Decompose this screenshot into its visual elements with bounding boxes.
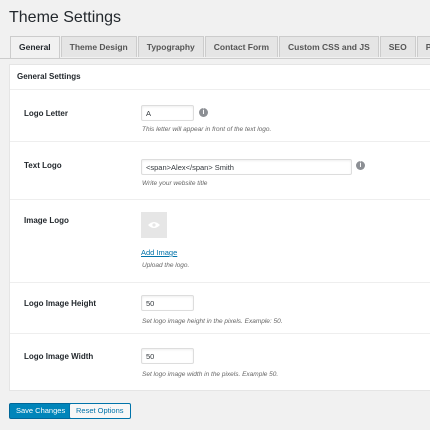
tabs-divider [0, 58, 430, 59]
image-logo-preview [141, 212, 167, 238]
panel-heading: General Settings [10, 65, 430, 90]
text-logo-info-icon[interactable]: i [356, 161, 365, 170]
image-logo-description: Upload the logo. [142, 262, 190, 269]
text-logo-row: Text Logo <span>Alex</span> Smith i Writ… [10, 142, 430, 200]
text-logo-description: Write your website title [142, 180, 208, 187]
tab-typography[interactable]: Typography [137, 36, 204, 57]
text-logo-label: Text Logo [24, 161, 62, 170]
logo-height-row: Logo Image Height 50 Set logo image heig… [10, 283, 430, 334]
add-image-link[interactable]: Add Image [141, 248, 177, 257]
save-changes-button[interactable]: Save Changes [9, 403, 73, 419]
settings-tabs: General Theme Design Typography Contact For… [10, 36, 430, 58]
logo-width-input[interactable]: 50 [141, 348, 194, 364]
text-logo-input[interactable]: <span>Alex</span> Smith [141, 159, 352, 175]
tab-general[interactable]: General [10, 36, 60, 58]
tab-portfolio[interactable]: Portfolio [416, 36, 430, 57]
logo-width-row: Logo Image Width 50 Set logo image width… [10, 334, 430, 391]
page-title: Theme Settings [9, 9, 122, 26]
logo-height-input[interactable]: 50 [141, 295, 194, 311]
tab-custom-css-js[interactable]: Custom CSS and JS [279, 36, 379, 57]
logo-width-label: Logo Image Width [24, 352, 94, 361]
general-settings-panel: General Settings Logo Letter A i This le… [9, 64, 430, 391]
image-logo-row: Image Logo Add Image Upload the logo. [10, 200, 430, 283]
image-logo-label: Image Logo [24, 216, 69, 225]
logo-letter-description: This letter will appear in front of the … [142, 126, 272, 133]
tab-contact-form[interactable]: Contact Form [204, 36, 279, 57]
reset-options-button[interactable]: Reset Options [69, 403, 131, 419]
eye-icon [148, 222, 160, 228]
logo-width-description: Set logo image width in the pixels. Exam… [142, 371, 279, 378]
logo-height-description: Set logo image height in the pixels. Exa… [142, 318, 283, 325]
logo-height-label: Logo Image Height [24, 299, 96, 308]
tab-seo[interactable]: SEO [379, 36, 416, 57]
logo-letter-input[interactable]: A [141, 105, 194, 121]
logo-letter-label: Logo Letter [24, 109, 68, 118]
logo-letter-info-icon[interactable]: i [199, 108, 208, 117]
tab-theme-design[interactable]: Theme Design [60, 36, 137, 57]
logo-letter-row: Logo Letter A i This letter will appear … [10, 90, 430, 142]
